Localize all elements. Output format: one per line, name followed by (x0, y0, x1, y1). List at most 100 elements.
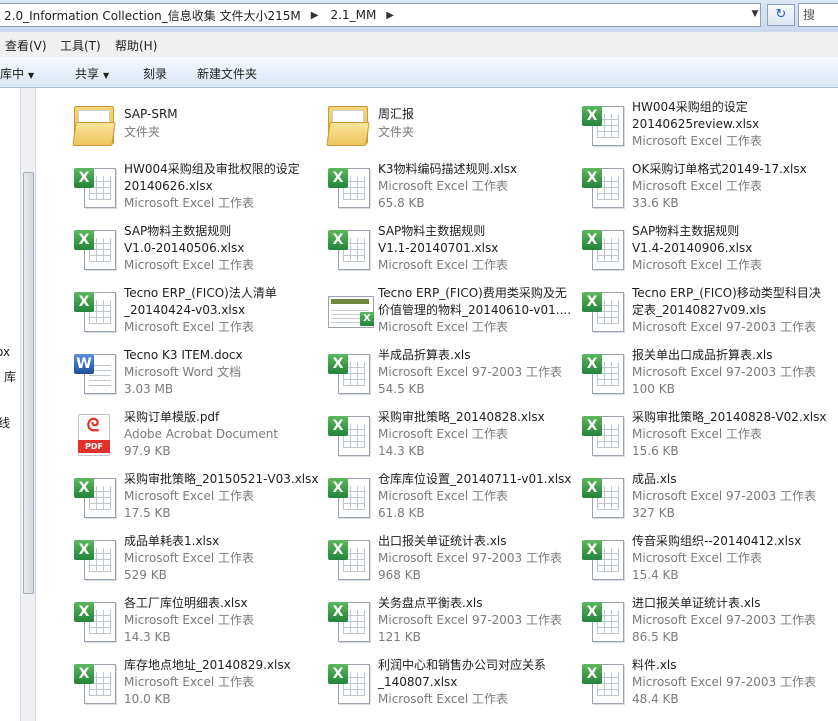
breadcrumb[interactable]: 2.0_Information Collection_信息收集 文件大小215M… (0, 3, 761, 27)
file-name: Tecno ERP_(FICO)费用类采购及无 (378, 286, 567, 300)
file-item[interactable]: X 进口报关单证统计表.xls Microsoft Excel 97-2003 工作… (560, 590, 816, 652)
file-name: Tecno ERP_(FICO)法人清单 (124, 286, 277, 300)
include-in-library-button[interactable]: 到库中▼ (0, 65, 34, 82)
breadcrumb-separator-icon[interactable]: ▶ (380, 10, 400, 21)
file-item[interactable]: X 成品.xls Microsoft Excel 97-2003 工作表 327 KB (560, 466, 816, 528)
file-item[interactable]: X OK采购订单格式20149-17.xlsx Microsoft Excel 工作… (560, 156, 812, 218)
file-item[interactable]: X 成品单耗表1.xlsx Microsoft Excel 工作表 529 KB (52, 528, 304, 590)
file-item[interactable]: X 传音采购组织--20140412.xlsx Microsoft Excel 工作… (560, 528, 812, 590)
file-item[interactable]: X SAP物料主数据规则 V1.4-20140906.xlsx Microsoft E… (560, 218, 812, 280)
file-name: 成品单耗表1.xlsx (124, 534, 220, 548)
file-item[interactable]: 周汇报 文件夹 (306, 94, 558, 156)
menu-view[interactable]: 查看(V) (5, 37, 47, 54)
excel-x-mark: X (328, 478, 348, 498)
share-button[interactable]: 共享 ▼ (75, 65, 109, 82)
file-item[interactable]: X 采购审批策略_20140828-V02.xlsx Microsoft Excel… (560, 404, 827, 466)
file-type: Microsoft Excel 97-2003 工作表 (378, 365, 562, 379)
file-type: Microsoft Excel 97-2003 工作表 (632, 489, 816, 503)
file-size: 15.4 KB (632, 568, 679, 582)
file-item[interactable]: X 采购审批策略_20140828.xlsx Microsoft Excel 工作表… (306, 404, 558, 466)
file-item[interactable]: X 各工厂库位明细表.xlsx Microsoft Excel 工作表 14.3 KB (52, 590, 304, 652)
file-type: Microsoft Excel 工作表 (632, 551, 763, 565)
menu-help[interactable]: 帮助(H) (115, 37, 157, 54)
file-size: 14.3 KB (378, 444, 425, 458)
search-input[interactable]: 搜 (798, 3, 838, 27)
file-size: 15.6 KB (632, 444, 679, 458)
nav-item[interactable]: 线 (0, 414, 10, 431)
file-item[interactable]: X Tecno ERP_(FICO)费用类采购及无 价值管理的物料_20140610… (306, 280, 571, 342)
excel-file-icon: X (580, 224, 628, 272)
file-item[interactable]: X SAP物料主数据规则 V1.1-20140701.xlsx Microsoft E… (306, 218, 558, 280)
word-file-icon: W (72, 348, 120, 396)
file-name-continued: 20140626.xlsx (124, 179, 213, 193)
excel-x-mark: X (328, 230, 348, 250)
address-bar: 2.0_Information Collection_信息收集 文件大小215M… (0, 0, 838, 32)
share-label: 共享 (75, 67, 100, 81)
file-size: 48.4 KB (632, 692, 679, 706)
nav-item[interactable]: ox (0, 345, 10, 359)
file-name: 半成品折算表.xls (378, 348, 471, 362)
excel-file-icon: X (326, 596, 374, 644)
file-item[interactable]: X 料件.xls Microsoft Excel 97-2003 工作表 48.4 K… (560, 652, 816, 714)
file-item[interactable]: X 关务盘点平衡表.xls Microsoft Excel 97-2003 工作表 1… (306, 590, 562, 652)
file-type: Microsoft Excel 97-2003 工作表 (632, 365, 816, 379)
file-item[interactable]: X K3物料编码描述规则.xlsx Microsoft Excel 工作表 65.8 … (306, 156, 558, 218)
excel-x-mark: X (74, 478, 94, 498)
file-item[interactable]: X SAP物料主数据规则 V1.0-20140506.xlsx Microsoft E… (52, 218, 304, 280)
file-item[interactable]: X HW004采购组的设定 20140625review.xlsx Microsoft… (560, 94, 812, 156)
excel-x-mark: X (582, 416, 602, 436)
file-item[interactable]: X HW004采购组及审批权限的设定 20140626.xlsx Microsoft … (52, 156, 304, 218)
file-size: 54.5 KB (378, 382, 425, 396)
file-item[interactable]: X 半成品折算表.xls Microsoft Excel 97-2003 工作表 54… (306, 342, 562, 404)
file-item[interactable]: W Tecno K3 ITEM.docx Microsoft Word 文档 3.03… (52, 342, 304, 404)
folder-icon (72, 100, 120, 148)
new-folder-button[interactable]: 新建文件夹 (197, 65, 257, 82)
file-item[interactable]: X 报关单出口成品折算表.xls Microsoft Excel 97-2003 工… (560, 342, 816, 404)
excel-file-icon: X (72, 224, 120, 272)
file-item[interactable]: X 库存地点地址_20140829.xlsx Microsoft Excel 工作表… (52, 652, 304, 714)
file-type: Microsoft Excel 97-2003 工作表 (378, 551, 562, 565)
menu-tools[interactable]: 工具(T) (60, 37, 101, 54)
refresh-button[interactable]: ↻ (767, 4, 795, 26)
file-type: Microsoft Excel 工作表 (124, 489, 255, 503)
excel-x-mark: X (582, 354, 602, 374)
excel-file-icon: X (580, 162, 628, 210)
file-type: Microsoft Excel 工作表 (378, 692, 509, 706)
file-name: Tecno K3 ITEM.docx (124, 348, 243, 362)
file-size: 968 KB (378, 568, 421, 582)
file-item[interactable]: X Tecno ERP_(FICO)移动类型科目决 定表_20140827v09.x… (560, 280, 821, 342)
navigation-scrollbar[interactable] (20, 88, 35, 721)
file-item[interactable]: X 利润中心和销售办公司对应关系 _140807.xlsx Microsoft Exc… (306, 652, 558, 714)
file-item[interactable]: X 采购审批策略_20150521-V03.xlsx Microsoft Excel… (52, 466, 319, 528)
acrobat-mark: ᘓ (86, 415, 100, 436)
file-name-continued: 20140625review.xlsx (632, 117, 760, 131)
file-size: 327 KB (632, 506, 675, 520)
scrollbar-thumb[interactable] (23, 172, 34, 594)
burn-button[interactable]: 刻录 (143, 65, 167, 82)
file-size: 121 KB (378, 630, 421, 644)
file-name-continued: _140807.xlsx (378, 675, 458, 689)
file-name: 各工厂库位明细表.xlsx (124, 596, 248, 610)
file-item[interactable]: SAP-SRM 文件夹 (52, 94, 304, 156)
file-item[interactable]: ᘓ PDF 采购订单模版.pdf Adobe Acrobat Document 97.9… (52, 404, 304, 466)
file-size: 61.8 KB (378, 506, 425, 520)
nav-item[interactable]: 库 (4, 368, 16, 385)
file-name: 进口报关单证统计表.xls (632, 596, 761, 610)
address-dropdown-icon[interactable]: ▼ (748, 4, 762, 24)
chevron-down-icon: ▼ (103, 71, 110, 80)
breadcrumb-item-mm[interactable]: 2.1_MM (325, 8, 381, 22)
pdf-label: PDF (78, 440, 110, 453)
file-name: 周汇报 (378, 107, 415, 121)
file-type: Microsoft Word 文档 (124, 365, 242, 379)
file-name: 传音采购组织--20140412.xlsx (632, 534, 802, 548)
breadcrumb-item-information-collection[interactable]: 2.0_Information Collection_信息收集 文件大小215M (0, 7, 305, 24)
file-item[interactable]: X 出口报关单证统计表.xls Microsoft Excel 97-2003 工作… (306, 528, 562, 590)
breadcrumb-separator-icon[interactable]: ▶ (305, 10, 325, 21)
file-item[interactable]: X 仓库库位设置_20140711-v01.xlsx Microsoft Excel… (306, 466, 571, 528)
excel-file-icon: X (72, 162, 120, 210)
excel-file-icon: X (580, 596, 628, 644)
file-name: 仓库库位设置_20140711-v01.xlsx (378, 472, 572, 486)
file-item[interactable]: X Tecno ERP_(FICO)法人清单 _20140424-v03.xlsx M… (52, 280, 304, 342)
folder-front (326, 122, 370, 146)
file-type: Microsoft Excel 工作表 (124, 258, 255, 272)
